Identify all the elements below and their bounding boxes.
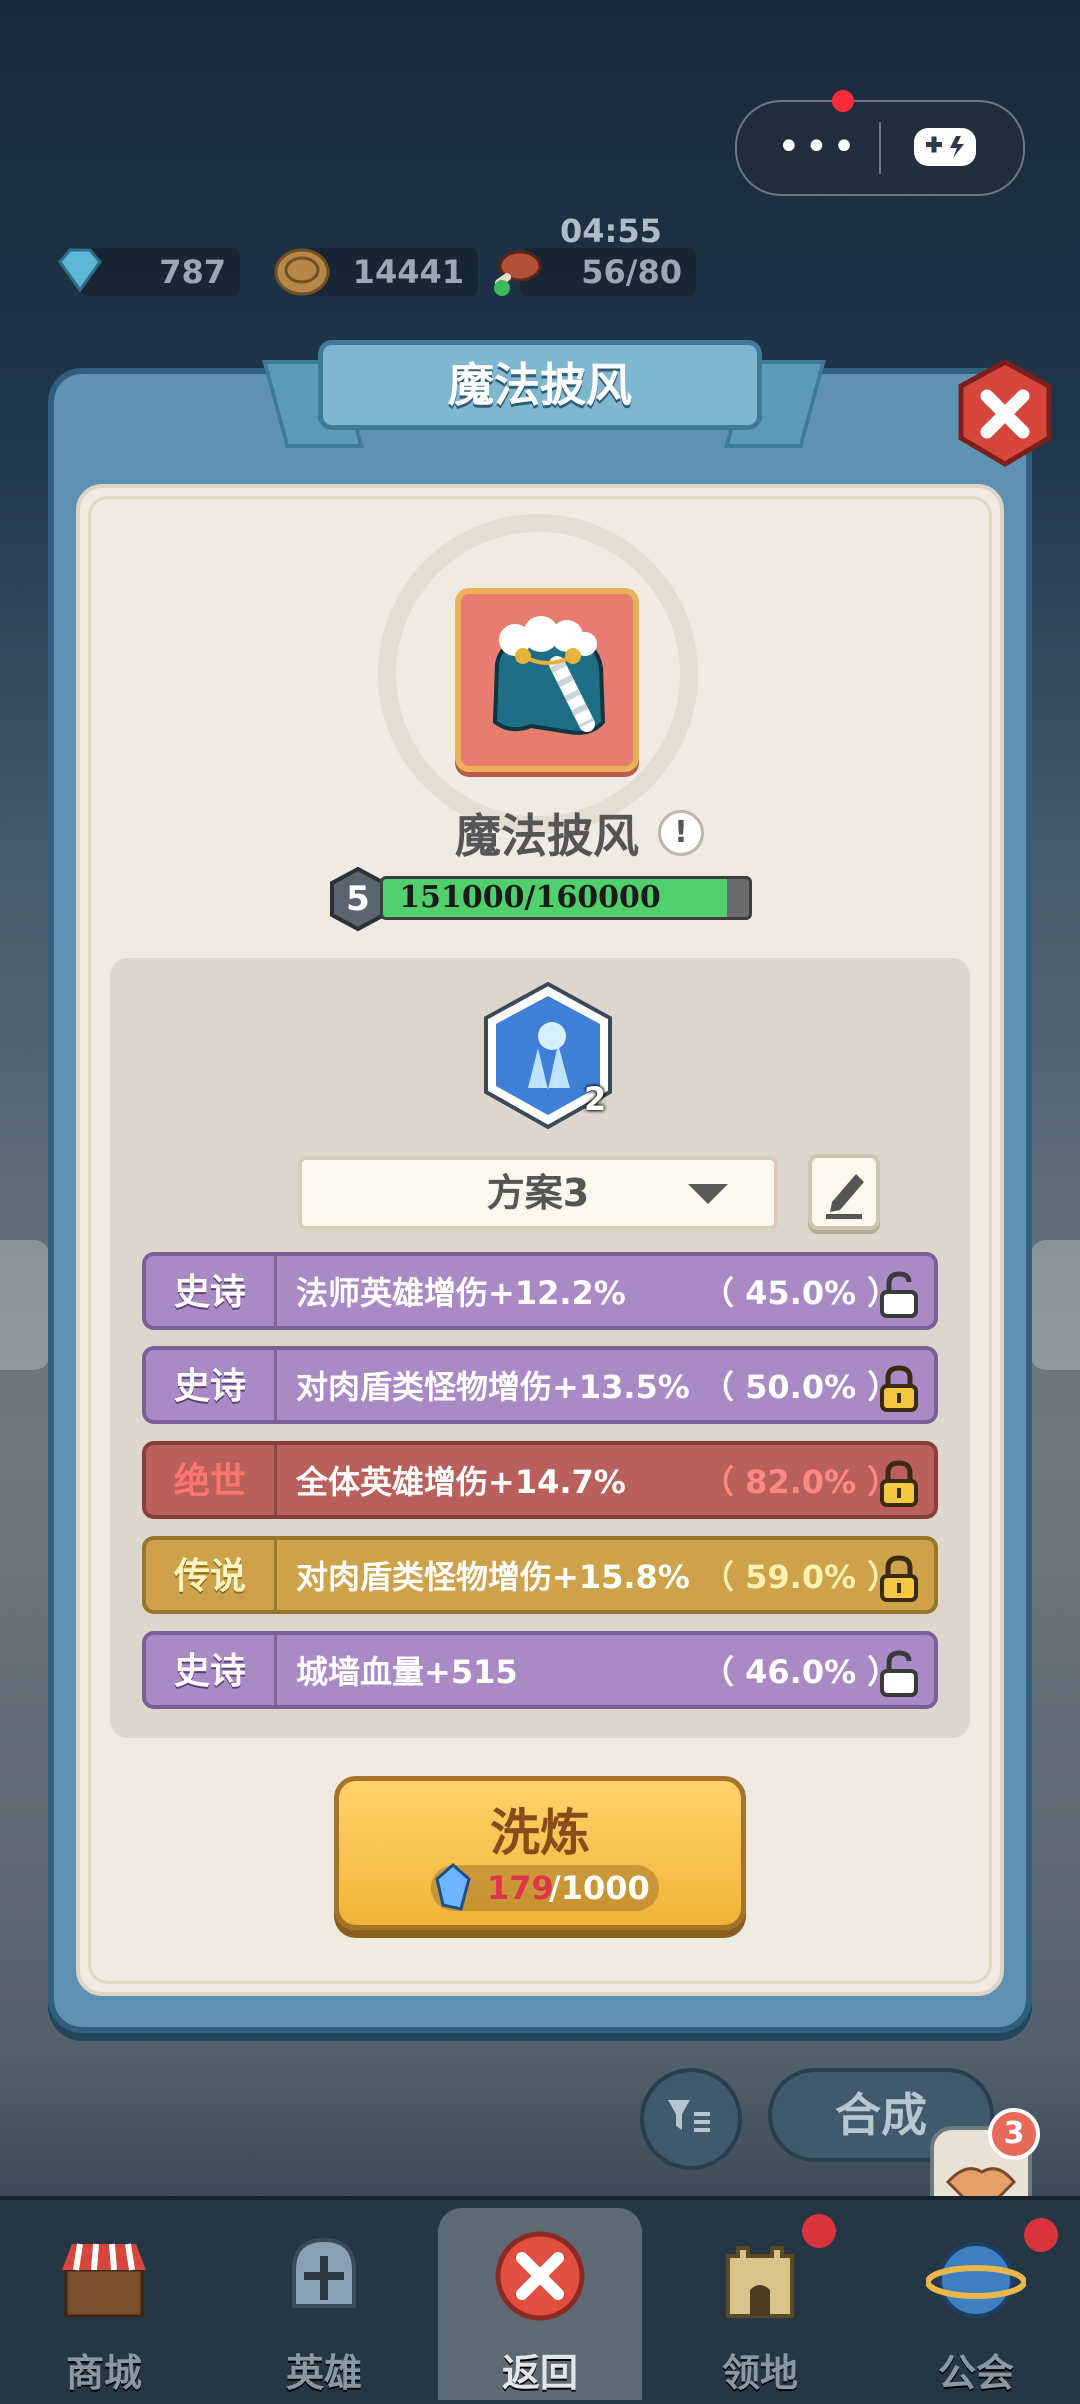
stamina-value: 56/80: [581, 253, 682, 291]
attribute-percent: （ 82.0% ）: [702, 1463, 900, 1501]
nav-shop[interactable]: 商城: [4, 2216, 204, 2400]
stamina-counter: 56/80: [520, 248, 696, 296]
guild-globe-icon: [926, 2242, 1026, 2318]
rarity-tag: 绝世: [146, 1445, 277, 1515]
plan-dropdown[interactable]: 方案3: [298, 1156, 778, 1230]
rarity-tag: 史诗: [146, 1635, 277, 1705]
nav-territory-label: 领地: [721, 2351, 798, 2395]
pencil-icon: [826, 1174, 864, 1219]
item-icon-box[interactable]: [455, 588, 639, 772]
attribute-percent: （ 50.0% ）: [702, 1368, 900, 1406]
notification-dot: [832, 90, 854, 112]
capsule-divider: [879, 122, 881, 174]
attribute-text: 全体英雄增伤+14.7%: [296, 1463, 626, 1501]
lock-icon[interactable]: [876, 1364, 922, 1412]
attribute-text: 对肉盾类怪物增伤+15.8%: [296, 1558, 690, 1596]
filter-icon: [668, 2100, 710, 2132]
attribute-text: 法师英雄增伤+12.2%: [296, 1274, 626, 1312]
refine-cost-need: /1000: [549, 1869, 650, 1907]
lock-icon[interactable]: [876, 1554, 922, 1602]
panel-title: 魔法披风: [448, 358, 632, 412]
hero-helmet-icon: [292, 2237, 356, 2308]
notification-badge: 3: [988, 2108, 1040, 2160]
castle-icon: [726, 2246, 794, 2318]
more-menu-icon[interactable]: •••: [777, 124, 860, 170]
nav-shop-label: 商城: [65, 2351, 142, 2395]
exp-text: 151000/160000: [399, 880, 661, 915]
prev-arrow[interactable]: [0, 1240, 50, 1370]
edit-button[interactable]: [808, 1154, 880, 1230]
cloak-icon: [492, 616, 606, 735]
rarity-tag: 传说: [146, 1540, 277, 1610]
filter-button[interactable]: [640, 2068, 742, 2170]
attribute-row: 传说 对肉盾类怪物增伤+15.8% （ 59.0% ）: [142, 1536, 938, 1614]
nav-hero[interactable]: 英雄: [224, 2216, 424, 2400]
gem-count: 2: [584, 1080, 607, 1118]
lock-icon[interactable]: [876, 1459, 922, 1507]
gamepad-icon[interactable]: [912, 122, 978, 172]
attribute-row: 史诗 对肉盾类怪物增伤+13.5% （ 50.0% ）: [142, 1346, 938, 1424]
item-name: 魔法披风: [455, 809, 639, 863]
attribute-text: 对肉盾类怪物增伤+13.5%: [296, 1368, 690, 1406]
refine-label: 洗炼: [490, 1804, 590, 1862]
miniprogram-capsule: •••: [735, 100, 1025, 196]
nav-hero-label: 英雄: [285, 2351, 362, 2395]
refine-button[interactable]: 洗炼 179 /1000: [334, 1776, 746, 1930]
attribute-text: 城墙血量+515: [296, 1653, 518, 1691]
attribute-percent: （ 45.0% ）: [702, 1274, 900, 1312]
attribute-percent: （ 46.0% ）: [702, 1653, 900, 1691]
attribute-percent: （ 59.0% ）: [702, 1558, 900, 1596]
attribute-row: 史诗 法师英雄增伤+12.2% （ 45.0% ）: [142, 1252, 938, 1330]
unlock-icon[interactable]: [876, 1270, 922, 1318]
close-icon: [495, 2231, 585, 2321]
coin-icon: [274, 248, 330, 296]
meat-icon[interactable]: [486, 240, 546, 300]
notification-dot: [802, 2214, 836, 2248]
attribute-row: 绝世 全体英雄增伤+14.7% （ 82.0% ）: [142, 1441, 938, 1519]
attribute-row: 史诗 城墙血量+515 （ 46.0% ）: [142, 1631, 938, 1709]
chevron-down-icon: [688, 1184, 728, 1204]
diamond-value: 787: [159, 253, 226, 291]
rarity-tag: 史诗: [146, 1350, 277, 1420]
nav-guild-label: 公会: [937, 2351, 1014, 2395]
item-level: 5: [346, 879, 370, 919]
notification-dot: [1024, 2218, 1058, 2252]
shop-icon: [62, 2243, 146, 2318]
unlock-icon[interactable]: [876, 1649, 922, 1697]
next-arrow[interactable]: [1030, 1240, 1080, 1370]
rarity-tag: 史诗: [146, 1256, 277, 1326]
info-icon[interactable]: !: [658, 810, 704, 856]
nav-back-label: 返回: [501, 2351, 578, 2395]
close-icon[interactable]: [955, 358, 1055, 468]
diamond-icon: [58, 248, 102, 293]
coin-value: 14441: [352, 253, 464, 291]
nav-back[interactable]: 返回: [440, 2216, 640, 2400]
crystal-icon: [435, 1863, 471, 1911]
title-ribbon: 魔法披风: [318, 340, 762, 430]
stamina-timer: 04:55: [560, 212, 662, 250]
refine-cost-have: 179: [487, 1869, 554, 1907]
